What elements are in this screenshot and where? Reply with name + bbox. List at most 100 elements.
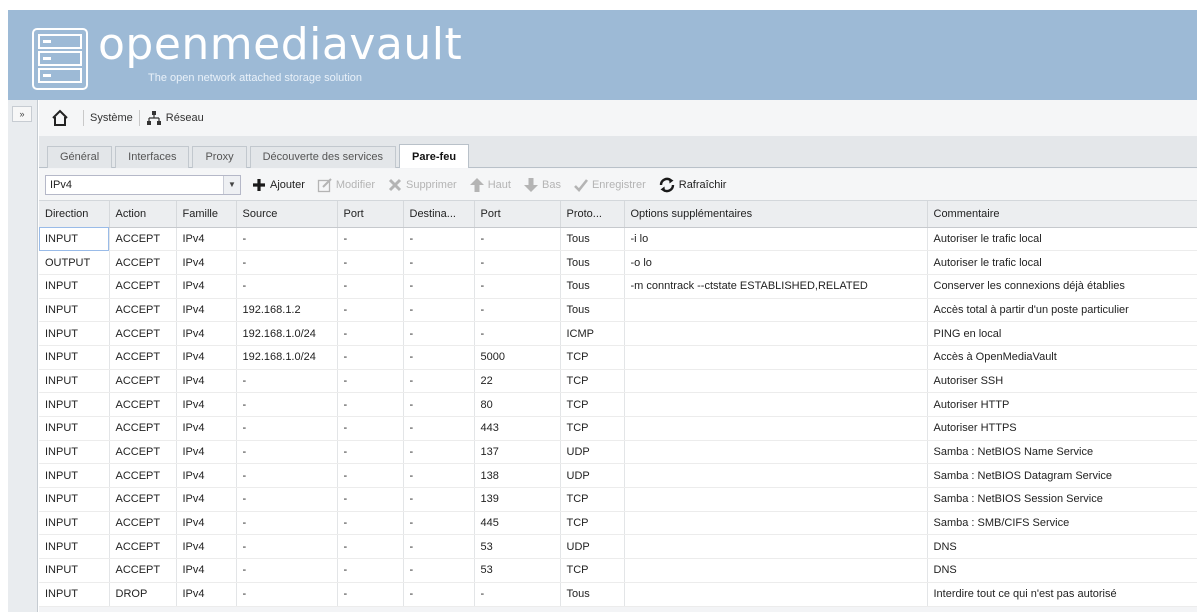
table-row[interactable]: INPUT ACCEPT IPv4- - -139 TCP Samba : NetBIOS … [39,487,1197,512]
table-row[interactable]: INPUT ACCEPT IPv4- - - - Tous -i lo Autoriser le… [39,227,1197,252]
table-row[interactable]: INPUT ACCEPT IPv4 192.168.1.0/24- -5000 TCP Ac… [39,345,1197,370]
table-row[interactable]: INPUT ACCEPT IPv4- - - - Tous -m conntrack --ct… [39,274,1197,299]
x-icon [388,178,402,191]
cell-comment: DNS [927,534,1197,560]
cell-extra-options [624,511,928,536]
cell-protocol: ICMP [560,321,625,346]
tab-proxy[interactable]: Proxy [192,146,247,168]
cell-direction: INPUT [39,321,110,346]
breadcrumb-label: Système [90,112,133,124]
cell-comment: PING en local [927,321,1197,346]
table-row[interactable]: INPUT ACCEPT IPv4- - -53 UDP DNS [39,534,1197,560]
cell-source: - [236,511,338,536]
edit-button[interactable]: Modifier [313,174,379,196]
cell-source-port: - [337,440,404,465]
cell-protocol: Tous [560,250,625,275]
cell-source-port: - [337,369,404,394]
cell-source: 192.168.1.0/24 [236,345,338,370]
save-label: Enregistrer [591,178,646,191]
cell-destination: - [403,298,475,323]
cell-dest-port: 22 [474,369,561,394]
app-header: openmediavault The open network attached… [8,10,1197,100]
column-header-direction[interactable]: Direction [39,201,110,228]
delete-button[interactable]: Supprimer [383,174,461,196]
cell-dest-port: - [474,274,561,299]
move-down-button[interactable]: Bas [519,174,565,196]
cell-source: - [236,534,338,560]
cell-dest-port: 139 [474,487,561,512]
table-row[interactable]: INPUT ACCEPT IPv4- - -138 UDP Samba : NetBIOS … [39,463,1197,489]
table-row[interactable]: INPUT ACCEPT IPv4 192.168.1.2- - - Tous Accès t… [39,298,1197,323]
expand-panel-button[interactable]: » [12,106,32,122]
breadcrumb-item-reseau[interactable]: Réseau [146,110,204,126]
tab-firewall[interactable]: Pare-feu [399,144,470,168]
ip-family-value: IPv4 [50,178,73,191]
add-label: Ajouter [270,178,305,191]
table-row[interactable]: OUTPUT ACCEPT IPv4- - - - Tous -o lo Autoriser l… [39,250,1197,275]
cell-comment: Interdire tout ce qui n'est pas autorisé [927,582,1197,607]
cell-extra-options [624,369,928,394]
cell-extra-options [624,534,928,560]
cell-extra-options [624,345,928,370]
cell-action: ACCEPT [109,487,177,512]
cell-comment: Samba : SMB/CIFS Service [927,511,1197,536]
cell-protocol: TCP [560,369,625,394]
cell-dest-port: - [474,582,561,607]
table-row[interactable]: INPUT ACCEPT IPv4- - -80 TCP Autoriser HTTP [39,392,1197,417]
toolbar: IPv4 ▼ Ajouter Modifier Supprimer Haut B… [39,169,1197,201]
cell-dest-port: 80 [474,392,561,417]
ip-family-select[interactable]: IPv4 ▼ [45,174,241,195]
cell-source: 192.168.1.2 [236,298,338,323]
chevron-down-icon[interactable]: ▼ [223,175,240,194]
column-header-family[interactable]: Famille [176,201,237,228]
home-icon[interactable] [51,109,69,127]
cell-destination: - [403,369,475,394]
cell-family: IPv4 [176,298,237,323]
cell-destination: - [403,534,475,560]
cell-dest-port: 443 [474,416,561,441]
cell-dest-port: - [474,298,561,323]
save-button[interactable]: Enregistrer [569,174,650,196]
column-header-destination[interactable]: Destina... [403,201,475,228]
cell-destination: - [403,463,475,489]
cell-source: - [236,392,338,417]
cell-source-port: - [337,558,404,583]
breadcrumb-item-systeme[interactable]: Système [90,112,133,124]
column-header-source-port[interactable]: Port [337,201,404,228]
column-header-action[interactable]: Action [109,201,177,228]
arrow-down-icon [523,177,538,192]
table-row[interactable]: INPUT ACCEPT IPv4 192.168.1.0/24- - - ICMP PING… [39,321,1197,346]
breadcrumb-label: Réseau [165,112,204,124]
column-header-dest-port[interactable]: Port [474,201,561,228]
cell-source-port: - [337,392,404,417]
move-up-label: Haut [487,178,511,191]
cell-family: IPv4 [176,511,237,536]
table-row[interactable]: INPUT ACCEPT IPv4- - -137 UDP Samba : NetBIOS … [39,440,1197,465]
cell-extra-options [624,582,928,607]
column-header-source[interactable]: Source [236,201,338,228]
table-row[interactable]: INPUT ACCEPT IPv4- - -445 TCP Samba : SMB/CIFS… [39,511,1197,536]
table-row[interactable]: INPUT ACCEPT IPv4- - -443 TCP Autoriser HTTPS [39,416,1197,441]
cell-direction: INPUT [39,534,110,560]
tab-general[interactable]: Général [47,146,113,168]
column-header-protocol[interactable]: Proto... [560,201,625,228]
table-row[interactable]: INPUT ACCEPT IPv4- - -22 TCP Autoriser SSH [39,369,1197,394]
refresh-button[interactable]: Rafraîchir [654,174,731,196]
cell-source: - [236,250,338,275]
plus-icon [253,178,265,191]
cell-action: ACCEPT [109,369,177,394]
move-up-button[interactable]: Haut [465,174,515,196]
cell-extra-options: -o lo [624,250,928,275]
cell-source-port: - [337,463,404,489]
column-header-comment[interactable]: Commentaire [927,201,1197,228]
table-body: INPUT ACCEPT IPv4- - - - Tous -i lo Autoriser le… [39,227,1197,607]
table-row[interactable]: INPUT DROP IPv4- - - - Tous Interdire tout ce q… [39,582,1197,607]
cell-source: - [236,463,338,489]
navigation-collapsed-panel: » [8,100,38,612]
add-button[interactable]: Ajouter [247,174,309,196]
column-header-extra-options[interactable]: Options supplémentaires [624,201,928,228]
cell-destination: - [403,274,475,299]
table-row[interactable]: INPUT ACCEPT IPv4- - -53 TCP DNS [39,558,1197,583]
tab-interfaces[interactable]: Interfaces [115,146,190,168]
tab-service-discovery[interactable]: Découverte des services [249,146,397,168]
